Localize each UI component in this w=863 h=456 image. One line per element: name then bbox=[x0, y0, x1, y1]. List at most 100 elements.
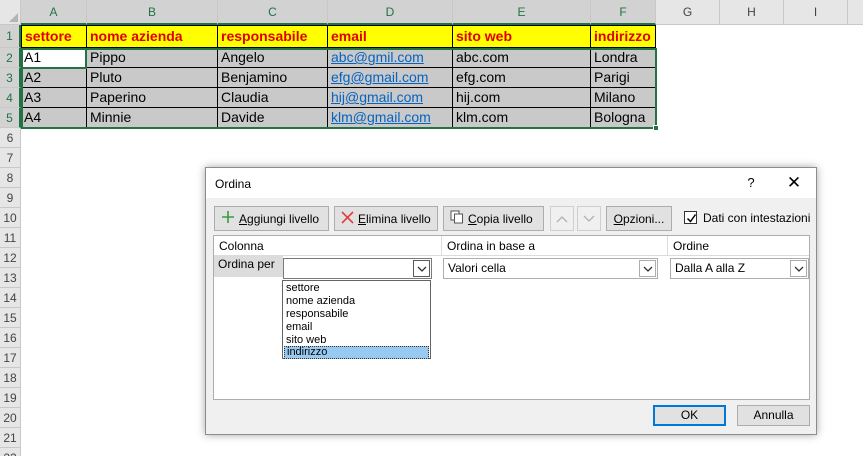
column-header-f[interactable]: F bbox=[591, 0, 656, 25]
ok-button[interactable]: OK bbox=[653, 405, 726, 426]
cell-a2[interactable]: A1 bbox=[21, 48, 87, 68]
column-header-i[interactable]: I bbox=[784, 0, 848, 25]
row-header-14[interactable]: 14 bbox=[0, 288, 21, 308]
row-header-4[interactable]: 4 bbox=[0, 88, 21, 108]
cell-a5[interactable]: A4 bbox=[21, 108, 87, 128]
row-header-11[interactable]: 11 bbox=[0, 228, 21, 248]
chevron-down-icon[interactable] bbox=[790, 260, 807, 277]
cancel-button[interactable]: Annulla bbox=[737, 405, 810, 426]
dialog-title: Ordina bbox=[215, 177, 252, 191]
row-header-16[interactable]: 16 bbox=[0, 328, 21, 348]
header-cell-email[interactable]: email bbox=[328, 25, 453, 48]
row-header-17[interactable]: 17 bbox=[0, 348, 21, 368]
column-header-a[interactable]: A bbox=[21, 0, 87, 25]
row-header-2[interactable]: 2 bbox=[0, 48, 21, 68]
cell-f3[interactable]: Parigi bbox=[591, 68, 656, 88]
row-header-15[interactable]: 15 bbox=[0, 308, 21, 328]
cell-c4[interactable]: Claudia bbox=[218, 88, 328, 108]
cell-d3-email-link[interactable]: efg@gmail.com bbox=[328, 68, 453, 88]
column-header-d[interactable]: D bbox=[328, 0, 453, 25]
cell-f2[interactable]: Londra bbox=[591, 48, 656, 68]
column-header-ordine: Ordine bbox=[668, 236, 809, 256]
dropdown-option-nome-azienda[interactable]: nome azienda bbox=[284, 295, 429, 308]
row-header-6[interactable]: 6 bbox=[0, 128, 21, 148]
cell-d2-email-link[interactable]: abc@gmil.com bbox=[328, 48, 453, 68]
row-header-21[interactable]: 21 bbox=[0, 428, 21, 448]
copy-level-button[interactable]: Copia livello bbox=[443, 206, 544, 231]
dropdown-option-settore[interactable]: settore bbox=[284, 282, 429, 295]
header-cell-sito-web[interactable]: sito web bbox=[453, 25, 591, 48]
delete-level-button[interactable]: Elimina livello bbox=[334, 206, 438, 231]
cell-d4-email-link[interactable]: hij@gmail.com bbox=[328, 88, 453, 108]
dropdown-option-responsabile[interactable]: responsabile bbox=[284, 308, 429, 321]
header-cell-indirizzo[interactable]: indirizzo bbox=[591, 25, 656, 48]
sort-on-value: Valori cella bbox=[448, 261, 506, 275]
cell-e5[interactable]: klm.com bbox=[453, 108, 591, 128]
column-dropdown-list: settore nome azienda responsabile email … bbox=[282, 280, 431, 359]
row-header-9[interactable]: 9 bbox=[0, 188, 21, 208]
order-value: Dalla A alla Z bbox=[675, 261, 746, 275]
column-select[interactable] bbox=[283, 258, 432, 279]
cell-f4[interactable]: Milano bbox=[591, 88, 656, 108]
sort-on-select[interactable]: Valori cella bbox=[443, 258, 658, 279]
cell-e3[interactable]: efg.com bbox=[453, 68, 591, 88]
cell-d5-email-link[interactable]: klm@gmail.com bbox=[328, 108, 453, 128]
cell-c5[interactable]: Davide bbox=[218, 108, 328, 128]
row-header-5[interactable]: 5 bbox=[0, 108, 21, 128]
column-header-overflow bbox=[848, 0, 863, 25]
row-header-19[interactable]: 19 bbox=[0, 388, 21, 408]
close-button[interactable]: ✕ bbox=[781, 172, 807, 194]
row-header-13[interactable]: 13 bbox=[0, 268, 21, 288]
header-cell-responsabile[interactable]: responsabile bbox=[218, 25, 328, 48]
add-level-label: Aggiungi livello bbox=[239, 211, 320, 226]
row-header-12[interactable]: 12 bbox=[0, 248, 21, 268]
cell-e2[interactable]: abc.com bbox=[453, 48, 591, 68]
move-down-button[interactable] bbox=[577, 206, 601, 231]
row-header-20[interactable]: 20 bbox=[0, 408, 21, 428]
cell-b5[interactable]: Minnie bbox=[87, 108, 218, 128]
sort-by-label: Ordina per bbox=[214, 256, 283, 277]
dialog-titlebar[interactable]: Ordina ? ✕ bbox=[206, 168, 816, 198]
order-select[interactable]: Dalla A alla Z bbox=[670, 258, 809, 279]
options-label: Opzioni... bbox=[613, 211, 665, 226]
cell-e4[interactable]: hij.com bbox=[453, 88, 591, 108]
arrow-up-icon bbox=[556, 212, 568, 226]
row-header-8[interactable]: 8 bbox=[0, 168, 21, 188]
row-header-1[interactable]: 1 bbox=[0, 25, 21, 48]
cell-c2[interactable]: Angelo bbox=[218, 48, 328, 68]
row-header-10[interactable]: 10 bbox=[0, 208, 21, 228]
cell-b3[interactable]: Pluto bbox=[87, 68, 218, 88]
select-all-corner[interactable] bbox=[0, 0, 21, 25]
cell-b4[interactable]: Paperino bbox=[87, 88, 218, 108]
help-button[interactable]: ? bbox=[741, 173, 761, 193]
add-level-button[interactable]: Aggiungi livello bbox=[214, 206, 329, 231]
delete-level-label: Elimina livello bbox=[358, 211, 431, 226]
cell-b2[interactable]: Pippo bbox=[87, 48, 218, 68]
row-header-18[interactable]: 18 bbox=[0, 368, 21, 388]
column-header-e[interactable]: E bbox=[453, 0, 591, 25]
column-header-b[interactable]: B bbox=[87, 0, 218, 25]
row-header-22[interactable]: 22 bbox=[0, 448, 21, 456]
header-cell-settore[interactable]: settore bbox=[21, 25, 87, 48]
column-header-c[interactable]: C bbox=[218, 0, 328, 25]
dropdown-option-email[interactable]: email bbox=[284, 321, 429, 334]
move-up-button[interactable] bbox=[550, 206, 574, 231]
column-header-ordina-in-base-a: Ordina in base a bbox=[442, 236, 668, 256]
column-header-g[interactable]: G bbox=[656, 0, 720, 25]
dropdown-option-indirizzo[interactable]: indirizzo bbox=[284, 346, 429, 359]
cell-c3[interactable]: Benjamino bbox=[218, 68, 328, 88]
cell-a4[interactable]: A3 bbox=[21, 88, 87, 108]
row-header-7[interactable]: 7 bbox=[0, 148, 21, 168]
fill-handle[interactable] bbox=[653, 125, 659, 131]
cell-f5[interactable]: Bologna bbox=[591, 108, 656, 128]
headers-checkbox-label[interactable]: Dati con intestazioni bbox=[703, 211, 810, 225]
chevron-down-icon[interactable] bbox=[413, 260, 430, 277]
column-header-h[interactable]: H bbox=[720, 0, 784, 25]
cell-a3[interactable]: A2 bbox=[21, 68, 87, 88]
row-header-3[interactable]: 3 bbox=[0, 68, 21, 88]
header-cell-nome-azienda[interactable]: nome azienda bbox=[87, 25, 218, 48]
delete-x-icon bbox=[341, 210, 354, 227]
headers-checkbox[interactable] bbox=[684, 211, 697, 224]
options-button[interactable]: Opzioni... bbox=[606, 206, 672, 231]
chevron-down-icon[interactable] bbox=[639, 260, 656, 277]
